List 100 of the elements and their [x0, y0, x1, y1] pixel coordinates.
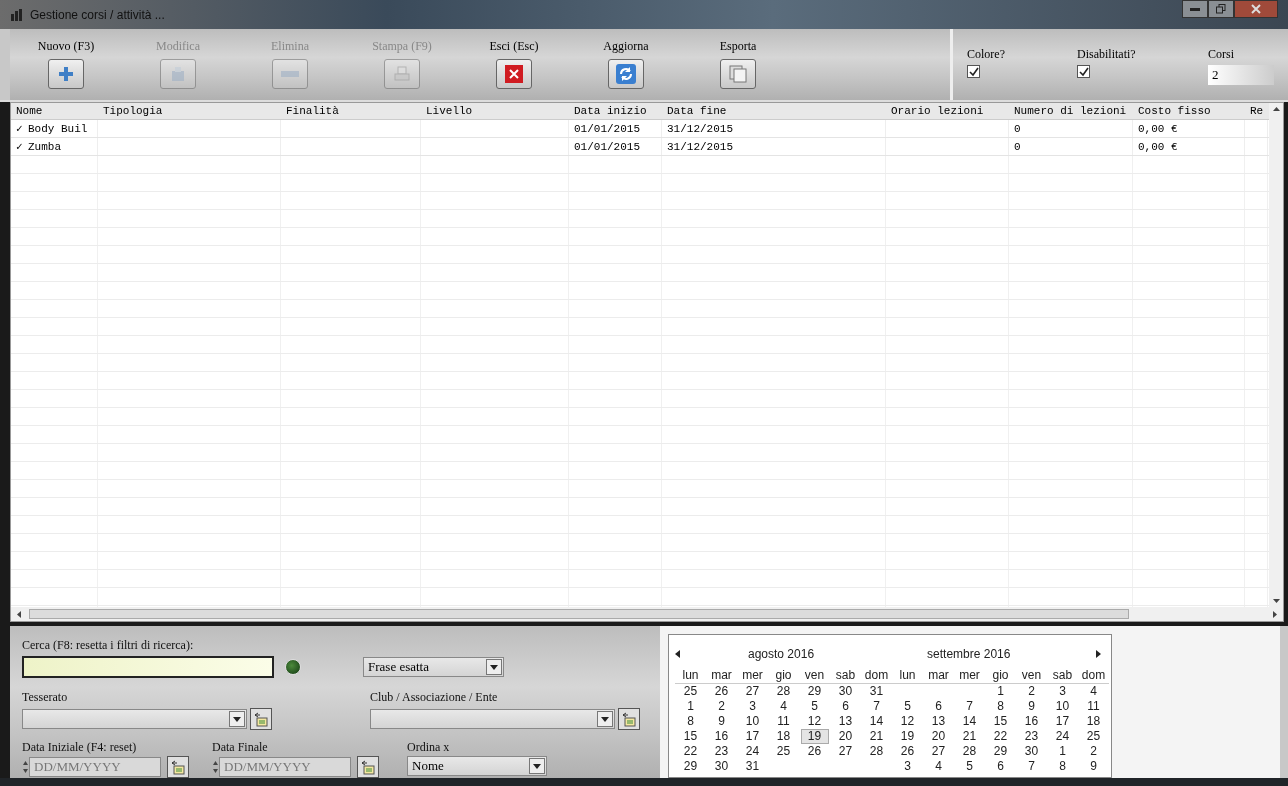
calendar-day[interactable]: 15	[676, 729, 705, 745]
lookup-button[interactable]	[357, 756, 379, 779]
calendar-day[interactable]: 6	[924, 699, 953, 715]
search-field[interactable]	[22, 656, 274, 679]
calendar-day[interactable]: 29	[986, 744, 1015, 760]
calendar-day[interactable]: 10	[738, 714, 767, 730]
calendar-day[interactable]: 15	[986, 714, 1015, 730]
calendar-day[interactable]: 5	[893, 699, 922, 715]
toolbar-button[interactable]	[48, 59, 84, 90]
calendar-day[interactable]: 22	[676, 744, 705, 760]
calendar-day[interactable]: 28	[955, 744, 984, 760]
calendar-day[interactable]: 17	[1048, 714, 1077, 730]
calendar-day[interactable]: 1	[1048, 744, 1077, 760]
calendar-day[interactable]: 19	[800, 729, 829, 745]
order-dropdown[interactable]: Nome	[407, 756, 547, 777]
column-header[interactable]: Re	[1245, 103, 1268, 120]
calendar-day[interactable]: 21	[955, 729, 984, 745]
calendar-day[interactable]: 27	[924, 744, 953, 760]
calendar-day[interactable]: 21	[862, 729, 891, 745]
calendar-day[interactable]: 13	[831, 714, 860, 730]
column-header[interactable]: Data fine	[662, 103, 886, 120]
column-header[interactable]: Finalità	[281, 103, 421, 120]
calendar-day[interactable]: 1	[986, 684, 1015, 700]
calendar-day[interactable]: 20	[831, 729, 860, 745]
calendar-day[interactable]: 25	[1079, 729, 1108, 745]
calendar-day[interactable]: 2	[1017, 684, 1046, 700]
calendar-day[interactable]: 8	[676, 714, 705, 730]
toolbar-button[interactable]	[496, 59, 532, 90]
checkbox[interactable]	[967, 65, 980, 79]
scroll-up-icon[interactable]	[1272, 107, 1280, 112]
minimize-button[interactable]	[1182, 0, 1208, 18]
calendar-day[interactable]: 29	[676, 759, 705, 775]
calendar-day[interactable]: 30	[707, 759, 736, 775]
calendar-day[interactable]: 26	[707, 684, 736, 700]
calendar-day[interactable]: 12	[893, 714, 922, 730]
scroll-left-icon[interactable]	[17, 610, 21, 618]
maximize-button[interactable]	[1208, 0, 1234, 18]
calendar-day[interactable]: 26	[800, 744, 829, 760]
member-dropdown[interactable]	[22, 709, 247, 730]
calendar-day[interactable]: 7	[862, 699, 891, 715]
calendar-day[interactable]: 13	[924, 714, 953, 730]
calendar-day[interactable]: 23	[707, 744, 736, 760]
calendar-day[interactable]: 31	[738, 759, 767, 775]
calendar-day[interactable]: 30	[1017, 744, 1046, 760]
toolbar-button[interactable]	[720, 59, 756, 90]
calendar-day[interactable]: 6	[986, 759, 1015, 775]
close-button[interactable]	[1234, 0, 1278, 18]
match-dropdown[interactable]: Frase esatta	[363, 657, 504, 678]
calendar-day[interactable]: 8	[1048, 759, 1077, 775]
calendar-day[interactable]: 4	[924, 759, 953, 775]
calendar-day[interactable]: 24	[738, 744, 767, 760]
calendar-day[interactable]: 28	[862, 744, 891, 760]
date-field[interactable]: DD/MM/YYYY	[29, 757, 161, 778]
calendar-day[interactable]: 19	[893, 729, 922, 745]
calendar-day[interactable]: 9	[707, 714, 736, 730]
calendar-day[interactable]: 27	[738, 684, 767, 700]
calendar-day[interactable]: 25	[676, 684, 705, 700]
calendar-day[interactable]: 2	[707, 699, 736, 715]
calendar-day[interactable]: 17	[738, 729, 767, 745]
horizontal-scrollbar[interactable]	[11, 607, 1283, 622]
calendar-day[interactable]: 14	[862, 714, 891, 730]
calendar-day[interactable]: 4	[1079, 684, 1108, 700]
column-header[interactable]: Tipologia	[98, 103, 281, 120]
scroll-down-icon[interactable]	[1272, 599, 1280, 604]
calendar-day[interactable]: 3	[1048, 684, 1077, 700]
calendar-day[interactable]: 1	[676, 699, 705, 715]
next-month-icon[interactable]	[1096, 650, 1101, 659]
calendar-day[interactable]: 29	[800, 684, 829, 700]
calendar-day[interactable]: 10	[1048, 699, 1077, 715]
calendar-day[interactable]: 11	[1079, 699, 1108, 715]
lookup-button[interactable]	[250, 708, 272, 731]
column-header[interactable]: Data inizio	[569, 103, 662, 120]
calendar-day[interactable]: 23	[1017, 729, 1046, 745]
club-dropdown[interactable]	[370, 709, 615, 730]
calendar-day[interactable]: 26	[893, 744, 922, 760]
scroll-right-icon[interactable]	[1273, 610, 1277, 618]
calendar-day[interactable]: 24	[1048, 729, 1077, 745]
calendar-day[interactable]: 14	[955, 714, 984, 730]
calendar-day[interactable]: 4	[769, 699, 798, 715]
calendar-day[interactable]: 2	[1079, 744, 1108, 760]
calendar-day[interactable]: 3	[738, 699, 767, 715]
calendar-day[interactable]: 5	[800, 699, 829, 715]
calendar-day[interactable]: 9	[1079, 759, 1108, 775]
calendar-day[interactable]: 27	[831, 744, 860, 760]
calendar-day[interactable]: 30	[831, 684, 860, 700]
calendar-day[interactable]: 6	[831, 699, 860, 715]
calendar-day[interactable]: 9	[1017, 699, 1046, 715]
lookup-button[interactable]	[618, 708, 640, 731]
column-header[interactable]: Livello	[421, 103, 569, 120]
calendar-day[interactable]: 18	[769, 729, 798, 745]
calendar-day[interactable]: 11	[769, 714, 798, 730]
calendar-day[interactable]: 20	[924, 729, 953, 745]
lookup-button[interactable]	[167, 756, 189, 779]
calendar-day[interactable]: 5	[955, 759, 984, 775]
calendar-day[interactable]: 22	[986, 729, 1015, 745]
date-field[interactable]: DD/MM/YYYY	[219, 757, 351, 778]
calendar-day[interactable]: 16	[1017, 714, 1046, 730]
calendar-day[interactable]: 7	[1017, 759, 1046, 775]
previous-month-icon[interactable]	[675, 650, 680, 659]
calendar-day[interactable]: 18	[1079, 714, 1108, 730]
